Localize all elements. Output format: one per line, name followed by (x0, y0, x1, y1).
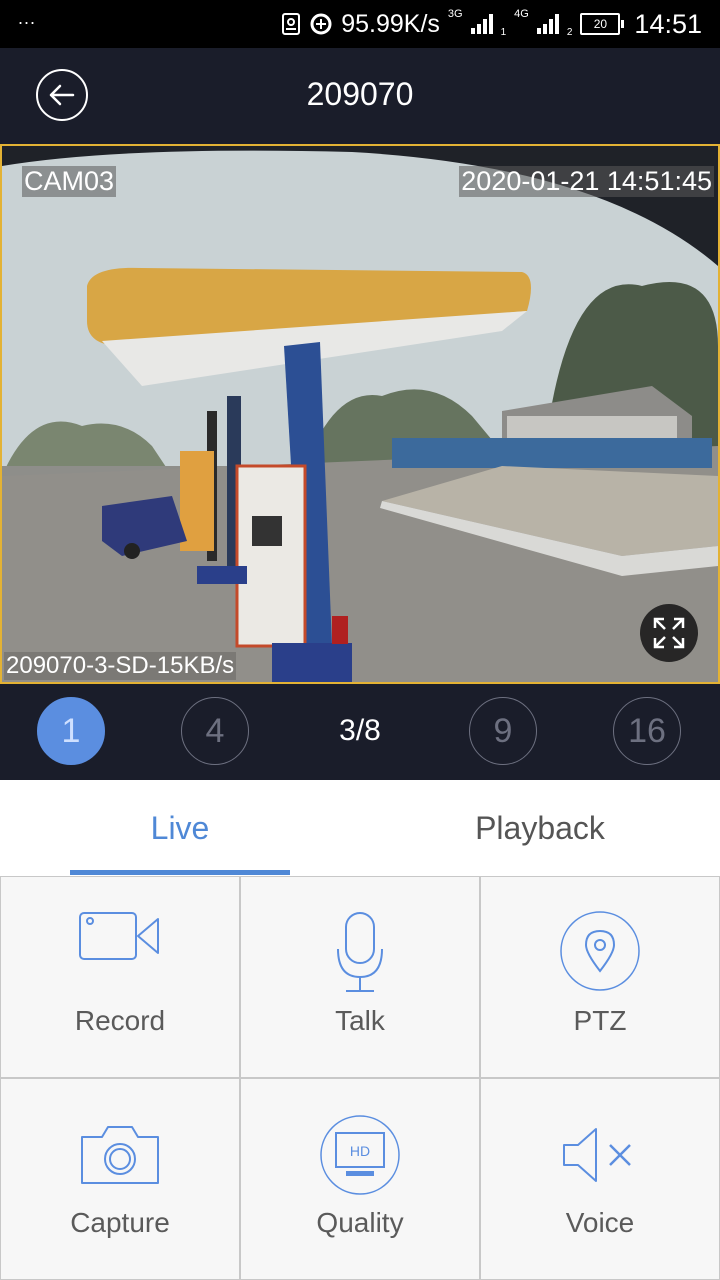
ptz-button[interactable]: PTZ (480, 876, 720, 1078)
camera-icon (81, 1126, 159, 1184)
ptz-label: PTZ (573, 1005, 627, 1036)
quality-button[interactable]: HD Quality (240, 1078, 480, 1280)
title-bar: 209070 (0, 48, 720, 144)
fullscreen-button[interactable] (640, 604, 698, 662)
hd-badge: HD (350, 1143, 370, 1159)
network-type-1: 3G (447, 8, 463, 20)
data-saver-icon (310, 13, 332, 35)
status-bar: ... 95.99K/s 3G 1 4G 2 20 14:51 (0, 0, 720, 48)
battery-level: 20 (593, 17, 608, 31)
sim-slot-1: 1 (500, 26, 507, 38)
status-bar-right: 95.99K/s 3G 1 4G 2 20 14:51 (281, 0, 702, 48)
camera-feed-image (2, 146, 718, 682)
active-tab-indicator (70, 870, 290, 875)
page-title: 209070 (306, 76, 414, 112)
record-label: Record (74, 1005, 166, 1036)
capture-label: Capture (70, 1207, 170, 1238)
stream-info: 209070-3-SD-15KB/s (4, 652, 237, 680)
sim-slot-2: 2 (566, 26, 573, 38)
split-9-button[interactable]: 9 (469, 697, 537, 765)
network-speed: 95.99K/s (341, 9, 440, 38)
quality-label: Quality (316, 1207, 404, 1238)
signal-1-icon (470, 14, 493, 34)
tab-live[interactable]: Live (0, 810, 360, 847)
split-mode-bar: 1 4 3/8 9 16 (0, 684, 720, 780)
record-button[interactable]: Record (0, 876, 240, 1078)
capture-button[interactable]: Capture (0, 1078, 240, 1280)
video-timestamp: 2020-01-21 14:51:45 (459, 166, 714, 197)
camera-label: CAM03 (22, 166, 117, 197)
speaker-muted-icon (563, 1128, 631, 1182)
battery-icon: 20 (580, 13, 625, 35)
expand-icon (653, 617, 685, 649)
tab-playback[interactable]: Playback (360, 810, 720, 847)
talk-button[interactable]: Talk (240, 876, 480, 1078)
signal-2-icon (536, 14, 559, 34)
action-grid: Record Talk PTZ Capture HD Quality Voice (0, 876, 720, 1280)
mode-tabs: Live Playback (0, 780, 720, 876)
video-player[interactable]: CAM03 2020-01-21 14:51:45 209070-3-SD-15… (0, 144, 720, 684)
clock: 14:51 (634, 8, 702, 39)
split-4-button[interactable]: 4 (181, 697, 249, 765)
location-pin-icon (560, 911, 640, 991)
sim-card-icon (282, 13, 301, 35)
page-indicator: 3/8 (339, 714, 381, 747)
network-type-2: 4G (514, 8, 529, 20)
voice-label: Voice (565, 1207, 635, 1238)
hd-monitor-icon: HD (320, 1115, 400, 1195)
notification-dots: ... (18, 8, 37, 28)
video-camera-icon (79, 912, 159, 960)
split-16-button[interactable]: 16 (613, 697, 681, 765)
split-1-button[interactable]: 1 (37, 697, 105, 765)
talk-label: Talk (335, 1005, 385, 1036)
microphone-icon (337, 912, 383, 992)
voice-button[interactable]: Voice (480, 1078, 720, 1280)
